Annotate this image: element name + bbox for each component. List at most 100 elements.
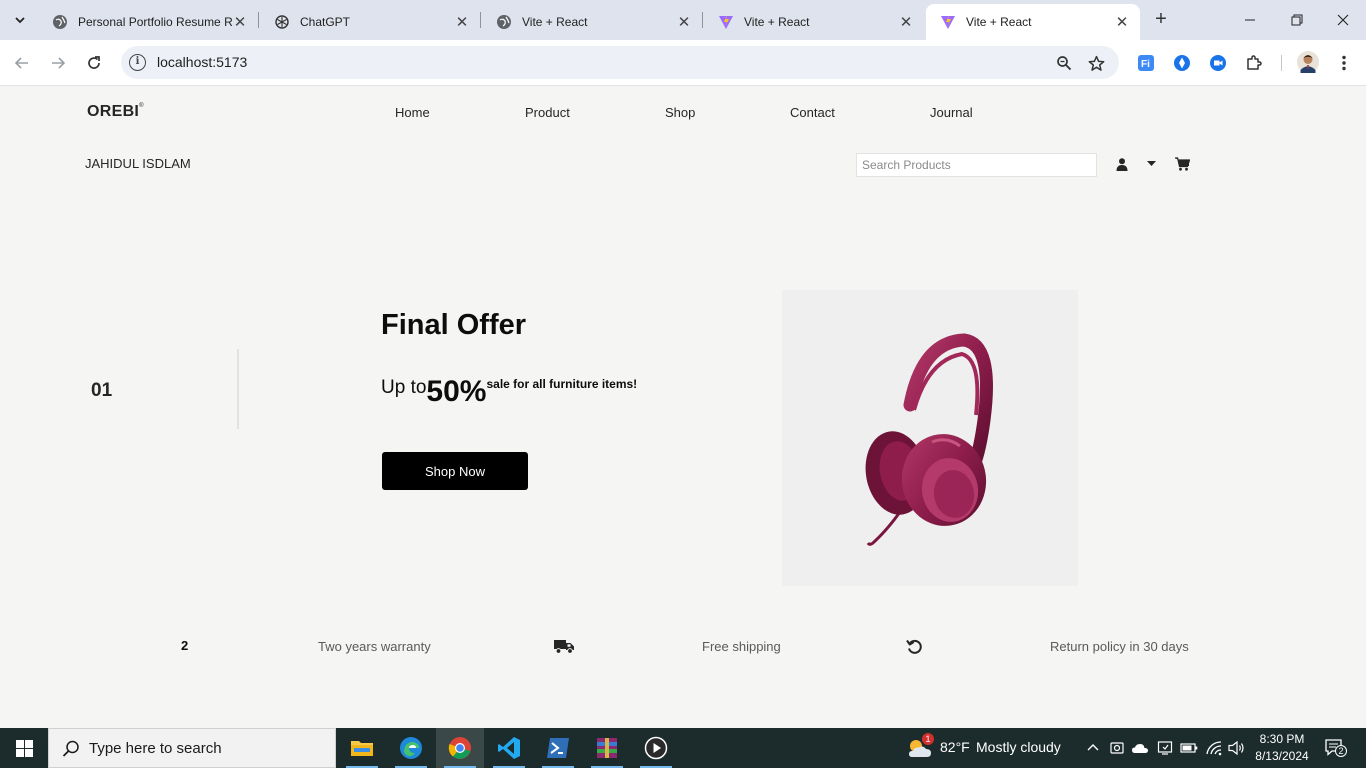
hero-subtitle: Up to 50% sale for all furniture items! bbox=[381, 372, 637, 409]
notification-count: 2 bbox=[1335, 745, 1347, 757]
nav-journal[interactable]: Journal bbox=[930, 105, 973, 120]
winrar-icon bbox=[597, 738, 617, 758]
display-icon[interactable] bbox=[1156, 739, 1174, 757]
url-text[interactable]: localhost:5173 bbox=[157, 54, 247, 70]
profile-avatar[interactable] bbox=[1297, 51, 1319, 73]
close-icon[interactable]: ✕ bbox=[454, 14, 470, 31]
powershell-icon bbox=[547, 738, 569, 758]
caret-down-icon[interactable] bbox=[1143, 156, 1159, 172]
close-icon[interactable]: ✕ bbox=[1114, 14, 1130, 31]
browser-toolbar: i localhost:5173 Fi bbox=[0, 40, 1366, 86]
windows-taskbar: Type here to search 1 82°F Mostly cloudy bbox=[0, 728, 1366, 768]
svg-text:Fi: Fi bbox=[1141, 59, 1150, 70]
zoom-icon[interactable] bbox=[1054, 53, 1074, 73]
meet-now-icon[interactable] bbox=[1108, 739, 1126, 757]
forward-button[interactable] bbox=[46, 51, 70, 75]
weather-badge: 1 bbox=[922, 733, 934, 745]
nav-contact[interactable]: Contact bbox=[790, 105, 835, 120]
clock-date: 8/13/2024 bbox=[1255, 749, 1309, 763]
registered-mark: ® bbox=[139, 103, 144, 109]
vscode-app[interactable] bbox=[485, 728, 533, 768]
tab-vite-2[interactable]: Vite + React ✕ bbox=[704, 4, 924, 40]
return-icon bbox=[903, 637, 925, 655]
warranty-text: Two years warranty bbox=[318, 639, 431, 654]
window-close-button[interactable] bbox=[1331, 8, 1355, 32]
winrar-app[interactable] bbox=[583, 728, 631, 768]
reload-icon bbox=[88, 56, 100, 69]
tab-divider bbox=[702, 12, 703, 28]
edge-icon bbox=[400, 737, 422, 759]
close-icon[interactable]: ✕ bbox=[676, 14, 692, 31]
minimize-button[interactable] bbox=[1238, 8, 1262, 32]
product-search[interactable] bbox=[856, 153, 1097, 177]
taskbar-clock[interactable]: 8:30 PM 8/13/2024 bbox=[1250, 731, 1314, 765]
nav-product[interactable]: Product bbox=[525, 105, 570, 120]
close-icon bbox=[1337, 14, 1349, 26]
toolbar-divider bbox=[1281, 55, 1282, 71]
file-explorer-app[interactable] bbox=[338, 728, 386, 768]
globe-icon bbox=[52, 14, 68, 30]
battery-icon[interactable] bbox=[1180, 739, 1198, 757]
chrome-icon bbox=[448, 737, 471, 759]
cart-icon[interactable] bbox=[1174, 156, 1190, 172]
media-player-app[interactable] bbox=[632, 728, 680, 768]
wifi-icon[interactable] bbox=[1205, 739, 1223, 757]
nav-home[interactable]: Home bbox=[395, 105, 430, 120]
clock-time: 8:30 PM bbox=[1259, 732, 1305, 746]
slide-number[interactable]: 01 bbox=[91, 380, 112, 402]
weather-temperature[interactable]: 82°F bbox=[940, 739, 970, 755]
new-tab-button[interactable]: + bbox=[1151, 9, 1171, 30]
extension-video-icon[interactable] bbox=[1208, 53, 1228, 73]
volume-icon[interactable] bbox=[1228, 739, 1246, 757]
arrow-left-icon bbox=[14, 57, 28, 69]
tab-portfolio[interactable]: Personal Portfolio Resume R ✕ bbox=[38, 4, 258, 40]
chevron-up-icon[interactable] bbox=[1084, 739, 1102, 757]
close-icon[interactable]: ✕ bbox=[232, 14, 248, 31]
powershell-app[interactable] bbox=[534, 728, 582, 768]
taskbar-search[interactable]: Type here to search bbox=[48, 728, 336, 768]
weather-condition[interactable]: Mostly cloudy bbox=[976, 739, 1061, 755]
tab-vite-1[interactable]: Vite + React ✕ bbox=[482, 4, 702, 40]
browser-menu-icon[interactable] bbox=[1334, 53, 1354, 73]
tab-strip: Personal Portfolio Resume R ✕ ChatGPT ✕ … bbox=[0, 0, 1366, 40]
reload-button[interactable] bbox=[82, 51, 106, 75]
weather-icon[interactable]: 1 bbox=[906, 733, 934, 760]
tab-divider bbox=[258, 12, 259, 28]
tab-title: Vite + React bbox=[744, 15, 810, 29]
site-logo[interactable]: OREBI® bbox=[87, 103, 144, 121]
tab-vite-active[interactable]: Vite + React ✕ bbox=[926, 4, 1140, 40]
site-info-icon[interactable]: i bbox=[129, 54, 146, 71]
tab-title: ChatGPT bbox=[300, 15, 351, 29]
notification-center-icon[interactable]: 2 bbox=[1324, 738, 1347, 758]
bookmark-star-icon[interactable] bbox=[1086, 53, 1106, 73]
taskbar-search-label: Type here to search bbox=[89, 740, 222, 757]
vite-icon bbox=[718, 14, 734, 30]
shop-now-button[interactable]: Shop Now bbox=[382, 452, 528, 490]
hero-subtitle-prefix: Up to bbox=[381, 377, 427, 398]
close-icon[interactable]: ✕ bbox=[898, 14, 914, 31]
chrome-app[interactable] bbox=[436, 728, 484, 768]
tab-search-button[interactable] bbox=[6, 6, 34, 34]
tab-chatgpt[interactable]: ChatGPT ✕ bbox=[260, 4, 480, 40]
headphones-image bbox=[782, 290, 1078, 586]
address-bar[interactable]: i localhost:5173 bbox=[121, 46, 1119, 79]
search-input[interactable] bbox=[857, 154, 1096, 176]
start-button[interactable] bbox=[0, 728, 48, 768]
tab-divider bbox=[480, 12, 481, 28]
restore-button[interactable] bbox=[1285, 8, 1309, 32]
user-icon[interactable] bbox=[1114, 156, 1130, 172]
nav-shop[interactable]: Shop bbox=[665, 105, 695, 120]
arrow-right-icon bbox=[52, 57, 66, 69]
windows-logo-icon bbox=[15, 739, 33, 757]
extensions-puzzle-icon[interactable] bbox=[1244, 53, 1264, 73]
slide-indicator-line bbox=[237, 349, 239, 429]
extension-blue-drop-icon[interactable] bbox=[1172, 53, 1192, 73]
onedrive-icon[interactable] bbox=[1131, 739, 1149, 757]
restore-icon bbox=[1291, 14, 1303, 26]
extension-fi-icon[interactable]: Fi bbox=[1136, 53, 1156, 73]
page-content: OREBI® Home Product Shop Contact Journal… bbox=[0, 87, 1366, 728]
hero-subtitle-suffix: sale for all furniture items! bbox=[486, 377, 638, 391]
globe-icon bbox=[496, 14, 512, 30]
back-button[interactable] bbox=[10, 51, 34, 75]
edge-app[interactable] bbox=[387, 728, 435, 768]
